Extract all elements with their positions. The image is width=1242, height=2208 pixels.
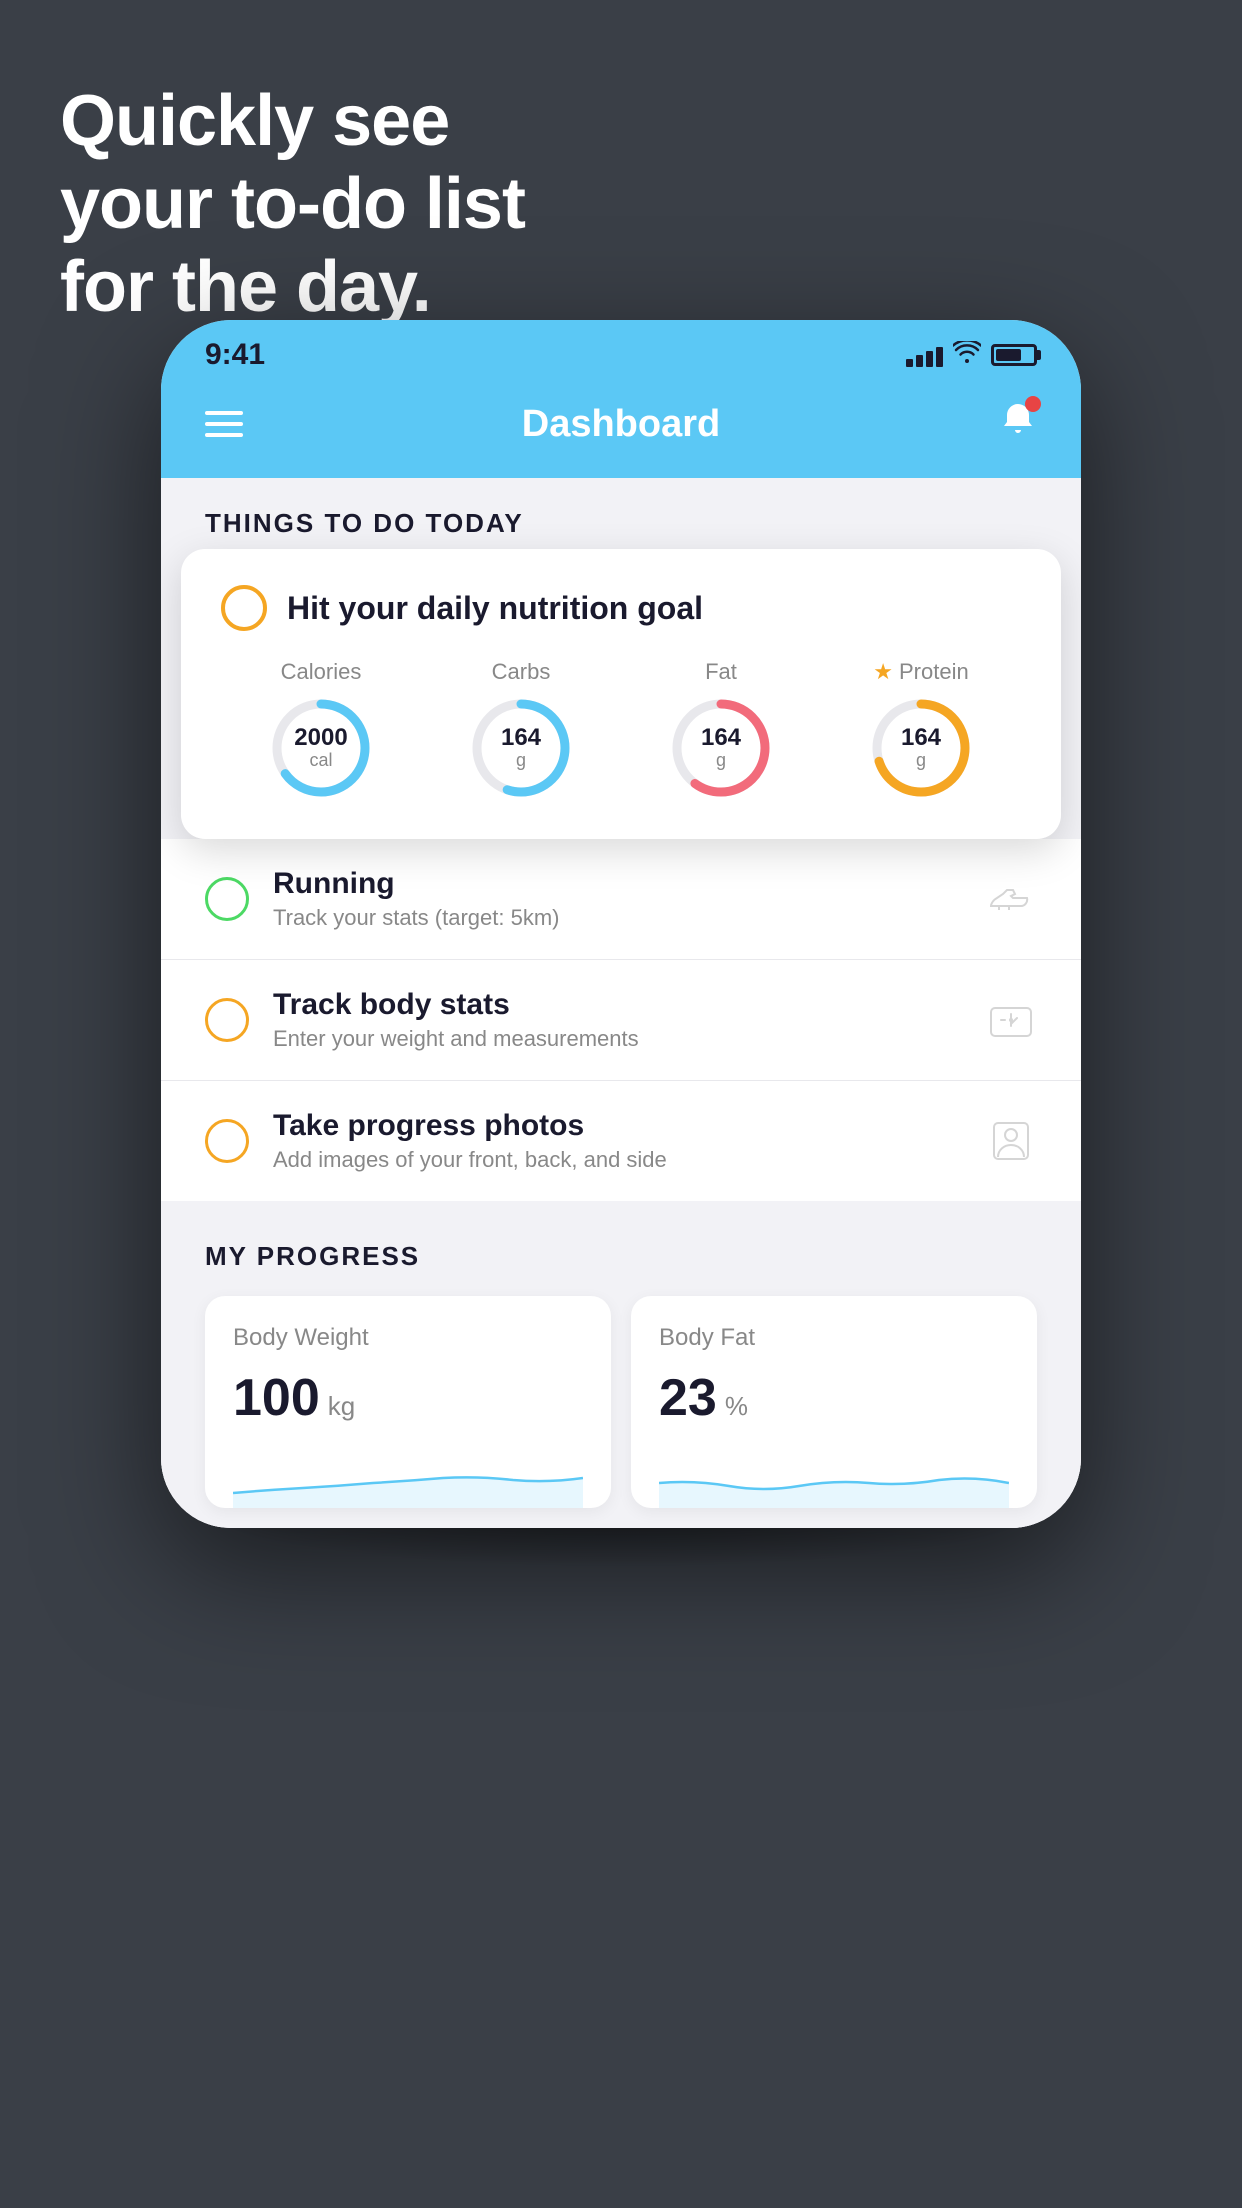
progress-section: MY PROGRESS Body Weight 100 kg [161, 1201, 1081, 1528]
todo-photos-checkbox[interactable] [205, 1119, 249, 1163]
protein-star-icon: ★ [873, 659, 893, 685]
macro-carbs-donut: 164 g [466, 693, 576, 803]
macro-fat-label: Fat [705, 659, 737, 685]
macro-calories-label: Calories [281, 659, 362, 685]
nutrition-card-header: Hit your daily nutrition goal [221, 585, 1021, 631]
progress-fat-value-row: 23 % [659, 1368, 1009, 1428]
macro-protein-label: ★ Protein [873, 659, 968, 685]
todo-bodystats-checkbox[interactable] [205, 998, 249, 1042]
hero-line2: your to-do list [60, 163, 525, 246]
person-photo-icon [985, 1115, 1037, 1167]
wifi-icon [953, 341, 981, 369]
todo-running-checkbox[interactable] [205, 877, 249, 921]
running-shoe-icon [985, 873, 1037, 925]
hero-line3: for the day. [60, 246, 525, 329]
todo-item-progress-photos[interactable]: Take progress photos Add images of your … [161, 1081, 1081, 1201]
todo-item-running[interactable]: Running Track your stats (target: 5km) [161, 839, 1081, 960]
hero-text: Quickly see your to-do list for the day. [60, 80, 525, 328]
phone-wrapper: 9:41 [161, 320, 1081, 1528]
progress-weight-value-row: 100 kg [233, 1368, 583, 1428]
nutrition-card-title: Hit your daily nutrition goal [287, 590, 703, 627]
hamburger-icon[interactable] [205, 411, 243, 437]
phone: 9:41 [161, 320, 1081, 1528]
progress-card-weight[interactable]: Body Weight 100 kg [205, 1296, 611, 1508]
todo-running-text: Running Track your stats (target: 5km) [273, 867, 985, 931]
nutrition-card[interactable]: Hit your daily nutrition goal Calories [181, 549, 1061, 839]
progress-card-fat-title: Body Fat [659, 1324, 1009, 1352]
things-section-title: THINGS TO DO TODAY [205, 508, 524, 538]
fat-sparkline [659, 1448, 1009, 1508]
progress-weight-unit: kg [328, 1391, 355, 1422]
todo-bodystats-name: Track body stats [273, 988, 985, 1022]
todo-photos-name: Take progress photos [273, 1109, 985, 1143]
bell-icon[interactable] [999, 400, 1037, 448]
macro-protein-donut: 164 g [866, 693, 976, 803]
status-icons [906, 341, 1037, 369]
todo-running-name: Running [273, 867, 985, 901]
bell-notification-dot [1025, 396, 1041, 412]
progress-section-title: MY PROGRESS [205, 1241, 1037, 1272]
progress-cards: Body Weight 100 kg Body Fat [205, 1296, 1037, 1508]
header-title: Dashboard [522, 403, 720, 446]
macro-carbs-label: Carbs [492, 659, 551, 685]
progress-fat-unit: % [725, 1391, 748, 1422]
app-header: Dashboard [161, 380, 1081, 478]
todo-photos-text: Take progress photos Add images of your … [273, 1109, 985, 1173]
macro-protein: ★ Protein 164 g [866, 659, 976, 803]
todo-running-desc: Track your stats (target: 5km) [273, 905, 985, 931]
todo-photos-desc: Add images of your front, back, and side [273, 1147, 985, 1173]
nutrition-macros: Calories 2000 cal [221, 659, 1021, 803]
status-bar: 9:41 [161, 320, 1081, 380]
macro-fat: Fat 164 g [666, 659, 776, 803]
status-time: 9:41 [205, 338, 265, 372]
app-body: THINGS TO DO TODAY Hit your daily nutrit… [161, 478, 1081, 1528]
macro-carbs: Carbs 164 g [466, 659, 576, 803]
signal-bars-icon [906, 343, 943, 367]
todo-list: Running Track your stats (target: 5km) [161, 839, 1081, 1201]
todo-bodystats-text: Track body stats Enter your weight and m… [273, 988, 985, 1052]
macro-calories-donut: 2000 cal [266, 693, 376, 803]
todo-item-body-stats[interactable]: Track body stats Enter your weight and m… [161, 960, 1081, 1081]
progress-card-fat[interactable]: Body Fat 23 % [631, 1296, 1037, 1508]
progress-fat-value: 23 [659, 1368, 717, 1428]
todo-bodystats-desc: Enter your weight and measurements [273, 1026, 985, 1052]
progress-card-weight-title: Body Weight [233, 1324, 583, 1352]
macro-calories: Calories 2000 cal [266, 659, 376, 803]
scale-icon [985, 994, 1037, 1046]
things-section-header: THINGS TO DO TODAY [161, 478, 1081, 549]
nutrition-checkbox[interactable] [221, 585, 267, 631]
hero-line1: Quickly see [60, 80, 525, 163]
weight-sparkline [233, 1448, 583, 1508]
battery-icon [991, 344, 1037, 366]
macro-fat-donut: 164 g [666, 693, 776, 803]
progress-weight-value: 100 [233, 1368, 320, 1428]
